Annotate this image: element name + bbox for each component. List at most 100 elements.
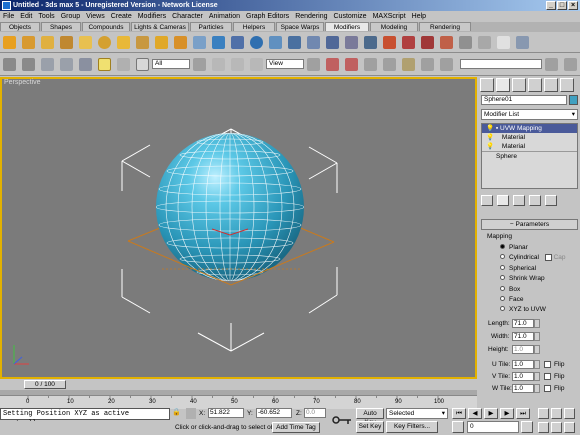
undo-icon[interactable] (3, 57, 16, 71)
stack-item-uvw-mapping[interactable]: 💡 ▪ UVW Mapping (482, 124, 577, 133)
remove-modifier-icon[interactable] (529, 194, 541, 206)
modifier-icon-28[interactable] (516, 35, 529, 49)
percent-snap-icon[interactable] (364, 57, 377, 71)
maxscript-listener[interactable]: Setting Position XYZ as active controlle… (0, 408, 170, 428)
window-crossing-icon[interactable] (193, 57, 206, 71)
menu-edit[interactable]: Edit (20, 13, 32, 20)
height-spinner[interactable] (534, 345, 540, 354)
previous-frame-icon[interactable]: ◀ (468, 408, 482, 419)
object-name-field[interactable]: Sphere01 (481, 95, 567, 105)
spinner-snap-icon[interactable] (383, 57, 396, 71)
modifier-icon-20[interactable] (364, 35, 377, 49)
select-by-name-icon[interactable] (117, 57, 130, 71)
radio-spherical[interactable]: Spherical (500, 264, 566, 274)
play-icon[interactable]: ▶ (484, 408, 498, 419)
modifier-icon-26[interactable] (478, 35, 491, 49)
configure-sets-icon[interactable] (545, 194, 557, 206)
vtile-spinner[interactable] (534, 372, 540, 381)
pan-icon[interactable] (551, 422, 562, 433)
modifier-icon-22[interactable] (402, 35, 415, 49)
width-field[interactable]: 71.0 (512, 332, 534, 341)
tab-space-warps[interactable]: Space Warps (276, 22, 324, 31)
go-to-end-icon[interactable]: ⏭ (516, 408, 530, 419)
modifier-icon-24[interactable] (440, 35, 453, 49)
modifier-icon-8[interactable] (136, 35, 149, 49)
modify-tab-icon[interactable] (496, 78, 510, 92)
angle-snap-icon[interactable] (345, 57, 358, 71)
viewport-label[interactable]: Perspective (4, 79, 41, 86)
modifier-icon-11[interactable] (193, 35, 206, 49)
set-key-button[interactable]: Set Key (356, 421, 384, 433)
radio-button[interactable] (500, 264, 505, 270)
rotate-icon[interactable] (231, 57, 244, 71)
absolute-mode-icon[interactable] (186, 408, 196, 419)
modifier-icon-10[interactable] (174, 35, 187, 49)
stack-item-material-1[interactable]: 💡 Material (482, 133, 577, 142)
modifier-icon-6[interactable] (98, 35, 111, 49)
modifier-icon-3[interactable] (41, 35, 54, 49)
bind-icon[interactable] (79, 57, 92, 71)
tab-helpers[interactable]: Helpers (233, 22, 275, 31)
auto-key-button[interactable]: Auto Key (356, 408, 384, 426)
radio-button[interactable] (500, 275, 505, 281)
unlink-icon[interactable] (60, 57, 73, 71)
x-coordinate-field[interactable]: 51.822 (208, 408, 244, 418)
menu-graph-editors[interactable]: Graph Editors (246, 13, 289, 20)
time-slider[interactable]: 0 / 100 (24, 380, 66, 389)
scale-icon[interactable] (250, 57, 263, 71)
height-field[interactable]: 1.0 (512, 345, 534, 354)
modifier-icon-17[interactable] (307, 35, 320, 49)
z-coordinate-field[interactable]: 0.0 (304, 408, 326, 418)
modifier-icon-16[interactable] (288, 35, 301, 49)
schematic-view-icon[interactable] (564, 57, 577, 71)
modifier-icon-2[interactable] (22, 35, 35, 49)
utile-field[interactable]: 1.0 (512, 360, 534, 369)
menu-group[interactable]: Group (61, 13, 80, 20)
lock-selection-icon[interactable]: 🔒 (172, 408, 184, 419)
menu-create[interactable]: Create (111, 13, 132, 20)
object-color-swatch[interactable] (569, 95, 578, 105)
display-tab-icon[interactable] (544, 78, 558, 92)
tab-objects[interactable]: Objects (0, 22, 40, 31)
snap-icon[interactable] (326, 57, 339, 71)
key-mode-toggle-icon[interactable] (452, 421, 464, 433)
menu-maxscript[interactable]: MAXScript (373, 13, 406, 20)
modifier-icon-1[interactable] (3, 35, 16, 49)
tab-particles[interactable]: Particles (190, 22, 232, 31)
select-icon[interactable] (98, 57, 111, 71)
modifier-icon-9[interactable] (155, 35, 168, 49)
menu-help[interactable]: Help (412, 13, 426, 20)
y-coordinate-field[interactable]: -60.652 (256, 408, 292, 418)
menu-views[interactable]: Views (86, 13, 105, 20)
radio-cylindrical[interactable]: Cylindrical Cap (500, 253, 566, 263)
align-icon[interactable] (440, 57, 453, 71)
tab-shapes[interactable]: Shapes (41, 22, 81, 31)
modifier-icon-12[interactable] (212, 35, 225, 49)
modifier-icon-4[interactable] (60, 35, 73, 49)
pivot-icon[interactable] (307, 57, 320, 71)
wtile-spinner[interactable] (534, 384, 540, 393)
menu-customize[interactable]: Customize (334, 13, 367, 20)
parameters-rollout-header[interactable]: − Parameters (481, 219, 578, 230)
key-icon[interactable] (331, 413, 353, 427)
radio-button[interactable] (500, 285, 505, 291)
utilities-tab-icon[interactable] (560, 78, 574, 92)
radio-button[interactable] (500, 254, 505, 260)
radio-box[interactable]: Box (500, 285, 566, 295)
length-spinner[interactable] (534, 319, 540, 328)
field-of-view-icon[interactable] (538, 422, 549, 433)
pin-stack-icon[interactable] (481, 194, 493, 206)
maximize-button[interactable]: □ (557, 1, 567, 10)
named-selection-set-field[interactable] (460, 59, 542, 69)
tab-modeling[interactable]: Modeling (370, 22, 418, 31)
radio-face[interactable]: Face (500, 295, 566, 305)
modifier-icon-21[interactable] (383, 35, 396, 49)
selection-filter-dropdown[interactable]: All (152, 59, 190, 69)
key-mode-dropdown[interactable]: Selected ▾ (386, 408, 448, 419)
next-frame-icon[interactable]: ▶ (500, 408, 514, 419)
current-frame-field[interactable]: 0 (467, 421, 519, 433)
vtile-field[interactable]: 1.0 (512, 372, 534, 381)
vtile-flip-checkbox[interactable] (544, 373, 551, 380)
track-bar[interactable]: 0 10 20 30 40 50 60 70 80 90 100 (0, 395, 477, 409)
radio-shrink-wrap[interactable]: Shrink Wrap (500, 274, 566, 284)
